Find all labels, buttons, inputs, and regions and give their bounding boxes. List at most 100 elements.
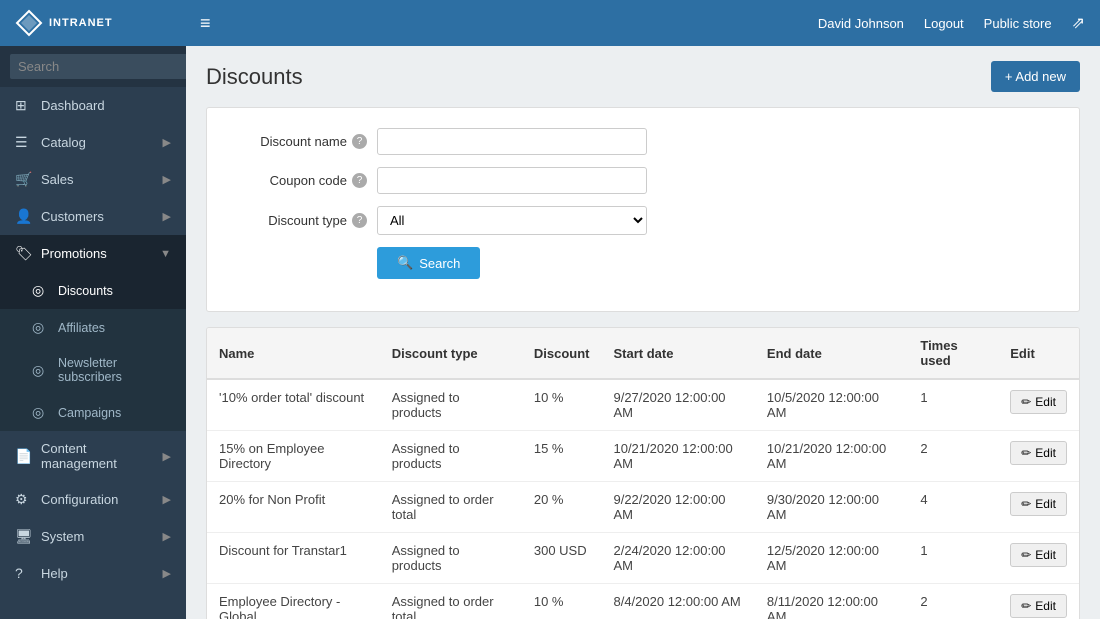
cell-discount-type: Assigned to products	[380, 379, 522, 431]
chevron-right-icon: ▶	[163, 567, 171, 580]
cell-times-used: 1	[908, 533, 998, 584]
table-row: 15% on Employee Directory Assigned to pr…	[207, 431, 1079, 482]
sidebar-item-label: Configuration	[41, 492, 118, 507]
pencil-icon: ✏	[1021, 548, 1031, 562]
sidebar-item-label: Sales	[41, 172, 74, 187]
search-button[interactable]: 🔍 Search	[377, 247, 480, 279]
table-row: Discount for Transtar1 Assigned to produ…	[207, 533, 1079, 584]
sidebar-item-label: Dashboard	[41, 98, 105, 113]
cell-start-date: 10/21/2020 12:00:00 AM	[601, 431, 754, 482]
sidebar-item-dashboard[interactable]: ⊞ Dashboard	[0, 87, 186, 124]
cell-discount: 10 %	[522, 584, 602, 619]
discount-name-input[interactable]	[377, 128, 647, 155]
sidebar-item-help[interactable]: ? Help ▶	[0, 555, 186, 591]
search-icon: 🔍	[397, 255, 413, 271]
cell-start-date: 8/4/2020 12:00:00 AM	[601, 584, 754, 619]
cell-discount-type: Assigned to order total	[380, 584, 522, 619]
table-row: 20% for Non Profit Assigned to order tot…	[207, 482, 1079, 533]
pencil-icon: ✏	[1021, 446, 1031, 460]
edit-button[interactable]: ✏ Edit	[1010, 390, 1067, 414]
pencil-icon: ✏	[1021, 599, 1031, 613]
sidebar-item-label: Discounts	[58, 284, 113, 298]
sidebar-item-label: Promotions	[41, 246, 107, 261]
table: Name Discount type Discount Start date E…	[207, 328, 1079, 619]
edit-button[interactable]: ✏ Edit	[1010, 441, 1067, 465]
menu-toggle-icon[interactable]: ≡	[200, 13, 211, 34]
cell-edit: ✏ Edit	[998, 431, 1079, 482]
coupon-code-label: Coupon code ?	[237, 173, 367, 188]
sidebar-item-configuration[interactable]: ⚙ Configuration ▶	[0, 481, 186, 518]
sidebar-search-container: 🔍	[0, 46, 186, 87]
logo-text: INTRANET	[49, 17, 113, 29]
cell-name: Discount for Transtar1	[207, 533, 380, 584]
main-layout: 🔍 ⊞ Dashboard ☰ Catalog ▶ 🛒 Sales ▶ 👤 Cu…	[0, 46, 1100, 619]
cell-end-date: 9/30/2020 12:00:00 AM	[755, 482, 908, 533]
table-header: Name Discount type Discount Start date E…	[207, 328, 1079, 379]
coupon-code-input[interactable]	[377, 167, 647, 194]
filter-row-discount-type: Discount type ? All Assigned to order to…	[237, 206, 1049, 235]
sidebar-item-content-management[interactable]: 📄 Content management ▶	[0, 431, 186, 481]
add-new-button[interactable]: + Add new	[991, 61, 1080, 92]
share-icon[interactable]: ⇗	[1072, 13, 1085, 33]
coupon-code-help-icon[interactable]: ?	[352, 173, 367, 188]
sidebar-item-affiliates[interactable]: ◎ Affiliates	[0, 309, 186, 346]
sidebar-item-catalog[interactable]: ☰ Catalog ▶	[0, 124, 186, 161]
cell-name: Employee Directory - Global	[207, 584, 380, 619]
edit-button[interactable]: ✏ Edit	[1010, 492, 1067, 516]
col-start-date: Start date	[601, 328, 754, 379]
discount-type-select[interactable]: All Assigned to order total Assigned to …	[377, 206, 647, 235]
col-end-date: End date	[755, 328, 908, 379]
sales-icon: 🛒	[15, 171, 33, 188]
user-name: David Johnson	[818, 16, 904, 31]
sidebar-item-discounts[interactable]: ◎ Discounts	[0, 272, 186, 309]
catalog-icon: ☰	[15, 134, 33, 151]
page-title: Discounts	[206, 64, 303, 90]
sidebar-item-label: Content management	[41, 441, 155, 471]
discounts-table: Name Discount type Discount Start date E…	[206, 327, 1080, 619]
edit-button[interactable]: ✏ Edit	[1010, 543, 1067, 567]
col-discount: Discount	[522, 328, 602, 379]
cell-discount: 300 USD	[522, 533, 602, 584]
col-times-used: Times used	[908, 328, 998, 379]
sidebar-item-label: Help	[41, 566, 68, 581]
cell-start-date: 9/27/2020 12:00:00 AM	[601, 379, 754, 431]
cell-times-used: 1	[908, 379, 998, 431]
sidebar-item-campaigns[interactable]: ◎ Campaigns	[0, 394, 186, 431]
newsletter-icon: ◎	[32, 362, 50, 379]
edit-button[interactable]: ✏ Edit	[1010, 594, 1067, 618]
logo: INTRANET	[15, 9, 200, 37]
search-input[interactable]	[10, 54, 186, 79]
cell-edit: ✏ Edit	[998, 533, 1079, 584]
filter-row-search: 🔍 Search	[237, 247, 1049, 279]
chevron-right-icon: ▶	[163, 450, 171, 463]
cell-end-date: 10/21/2020 12:00:00 AM	[755, 431, 908, 482]
cell-discount-type: Assigned to products	[380, 533, 522, 584]
sidebar-item-customers[interactable]: 👤 Customers ▶	[0, 198, 186, 235]
dashboard-icon: ⊞	[15, 97, 33, 114]
cell-discount: 20 %	[522, 482, 602, 533]
cell-name: 20% for Non Profit	[207, 482, 380, 533]
public-store-link[interactable]: Public store	[984, 16, 1052, 31]
filter-row-coupon-code: Coupon code ?	[237, 167, 1049, 194]
sidebar-item-label: Campaigns	[58, 406, 121, 420]
col-name: Name	[207, 328, 380, 379]
sidebar-item-system[interactable]: 🖥 System ▶	[0, 518, 186, 555]
system-icon: 🖥	[15, 528, 33, 545]
pencil-icon: ✏	[1021, 497, 1031, 511]
campaigns-icon: ◎	[32, 404, 50, 421]
sidebar-item-promotions[interactable]: 🏷 Promotions ▼	[0, 235, 186, 272]
content-icon: 📄	[15, 448, 33, 465]
sidebar: 🔍 ⊞ Dashboard ☰ Catalog ▶ 🛒 Sales ▶ 👤 Cu…	[0, 46, 186, 619]
configuration-icon: ⚙	[15, 491, 33, 508]
sidebar-item-newsletter[interactable]: ◎ Newsletter subscribers	[0, 346, 186, 394]
help-icon: ?	[15, 565, 33, 581]
cell-name: 15% on Employee Directory	[207, 431, 380, 482]
sidebar-item-sales[interactable]: 🛒 Sales ▶	[0, 161, 186, 198]
logout-link[interactable]: Logout	[924, 16, 964, 31]
discounts-icon: ◎	[32, 282, 50, 299]
cell-discount-type: Assigned to products	[380, 431, 522, 482]
discount-type-help-icon[interactable]: ?	[352, 213, 367, 228]
promotions-submenu: ◎ Discounts ◎ Affiliates ◎ Newsletter su…	[0, 272, 186, 431]
cell-discount-type: Assigned to order total	[380, 482, 522, 533]
discount-name-help-icon[interactable]: ?	[352, 134, 367, 149]
